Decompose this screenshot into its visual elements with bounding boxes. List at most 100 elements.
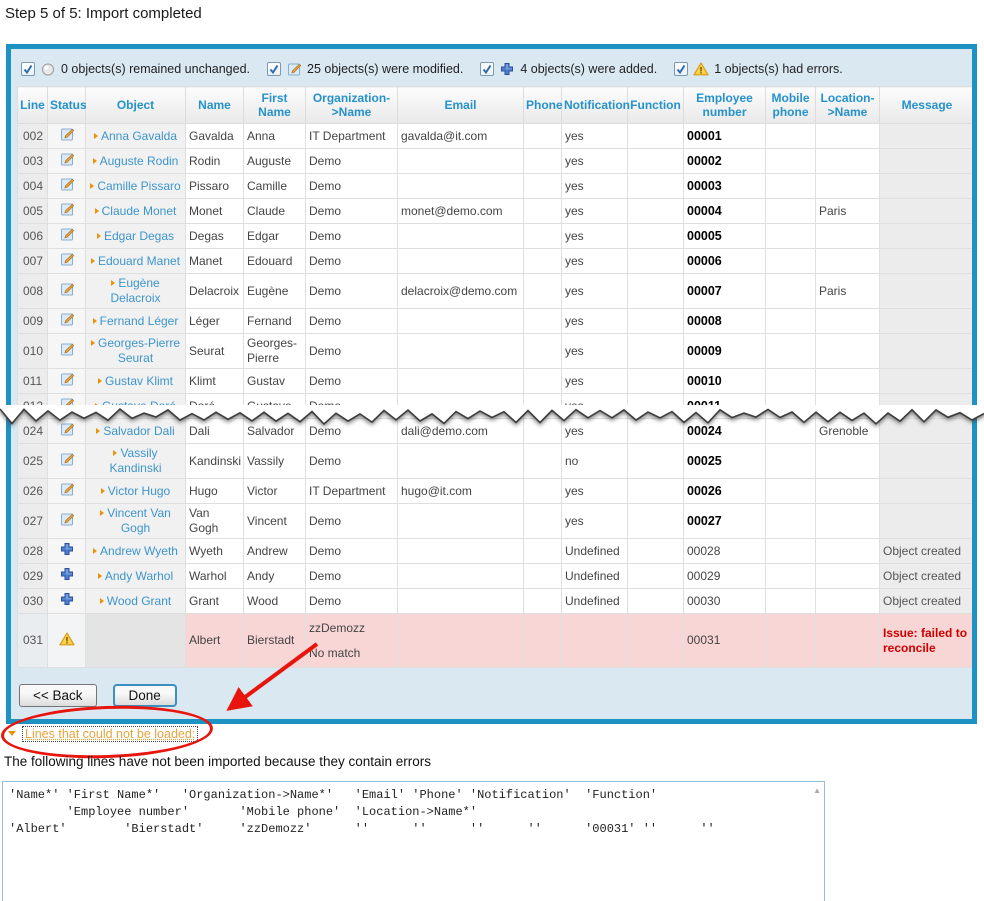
done-button[interactable]: Done bbox=[113, 684, 177, 707]
cell-name: Dali bbox=[186, 419, 244, 444]
cell-email bbox=[398, 394, 524, 419]
modified-icon bbox=[59, 451, 75, 467]
cell-notification: yes bbox=[562, 394, 628, 419]
cell-phone bbox=[524, 124, 562, 149]
cell-organization: Demo bbox=[306, 539, 398, 564]
object-link[interactable]: Fernand Léger bbox=[100, 314, 179, 328]
object-link[interactable]: Gustav Klimt bbox=[105, 374, 173, 388]
cell-location bbox=[816, 174, 880, 199]
cell-status bbox=[48, 249, 86, 274]
object-link[interactable]: Andrew Wyeth bbox=[100, 544, 178, 558]
cell-status bbox=[48, 479, 86, 504]
object-link[interactable]: Claude Monet bbox=[102, 204, 177, 218]
object-link[interactable]: Edouard Manet bbox=[98, 254, 180, 268]
cell-name: Hugo bbox=[186, 479, 244, 504]
cell-location bbox=[816, 309, 880, 334]
modified-icon bbox=[59, 281, 75, 297]
unchanged-checkbox[interactable] bbox=[21, 62, 35, 76]
object-link[interactable]: Salvador Dali bbox=[103, 424, 174, 438]
cell-email bbox=[398, 249, 524, 274]
modified-icon bbox=[59, 421, 75, 437]
object-link[interactable]: Wood Grant bbox=[107, 594, 171, 608]
cell-message bbox=[880, 309, 975, 334]
cell-notification: yes bbox=[562, 369, 628, 394]
cell-phone bbox=[524, 224, 562, 249]
wizard-buttons: << Back Done bbox=[19, 684, 972, 707]
raw-error-lines-box[interactable]: 'Name*' 'First Name*' 'Organization->Nam… bbox=[2, 781, 825, 901]
cell-function bbox=[628, 444, 684, 479]
cell-message bbox=[880, 249, 975, 274]
added-checkbox[interactable] bbox=[480, 62, 494, 76]
summary-bar: 0 objects(s) remained unchanged. 25 obje… bbox=[21, 61, 966, 77]
cell-first_name: Salvador bbox=[244, 419, 306, 444]
cell-status bbox=[48, 419, 86, 444]
cell-notification: yes bbox=[562, 199, 628, 224]
cell-organization: IT Department bbox=[306, 124, 398, 149]
object-link[interactable]: Victor Hugo bbox=[108, 484, 170, 498]
cell-object: Georges-Pierre Seurat bbox=[86, 334, 186, 369]
object-link[interactable]: Georges-Pierre Seurat bbox=[98, 336, 180, 365]
lines-not-loaded-link[interactable]: Lines that could not be loaded: bbox=[22, 726, 198, 742]
import-wizard-page: Step 5 of 5: Import completed 0 objects(… bbox=[0, 0, 984, 901]
cell-employee_number: 00028 bbox=[684, 539, 766, 564]
cell-employee_number: 00001 bbox=[684, 124, 766, 149]
cell-phone bbox=[524, 199, 562, 224]
cell-location bbox=[816, 124, 880, 149]
cell-organization: Demo bbox=[306, 199, 398, 224]
object-link[interactable]: Andy Warhol bbox=[105, 569, 173, 583]
column-header: Organization->Name bbox=[306, 87, 398, 124]
cell-mobile_phone bbox=[766, 564, 816, 589]
modified-checkbox[interactable] bbox=[267, 62, 281, 76]
object-link[interactable]: Vincent Van Gogh bbox=[107, 506, 171, 535]
cell-message bbox=[880, 444, 975, 479]
cell-line: 006 bbox=[18, 224, 48, 249]
cell-status bbox=[48, 149, 86, 174]
cell-name: Léger bbox=[186, 309, 244, 334]
import-results-panel: 0 objects(s) remained unchanged. 25 obje… bbox=[6, 44, 977, 724]
errors-checkbox[interactable] bbox=[674, 62, 688, 76]
summary-unchanged-label: 0 objects(s) remained unchanged. bbox=[61, 62, 250, 76]
cell-mobile_phone bbox=[766, 479, 816, 504]
cell-phone bbox=[524, 249, 562, 274]
cell-function bbox=[628, 614, 684, 668]
cell-object: Eugène Delacroix bbox=[86, 274, 186, 309]
cell-message: Issue: failed to reconcile bbox=[880, 614, 975, 668]
cell-email bbox=[398, 309, 524, 334]
column-header: Notification bbox=[562, 87, 628, 124]
object-link[interactable]: Auguste Rodin bbox=[100, 154, 179, 168]
cell-location bbox=[816, 394, 880, 419]
object-link[interactable]: Gustave Doré bbox=[102, 399, 176, 413]
modified-icon bbox=[59, 341, 75, 357]
table-row: 009Fernand LégerLégerFernandDemoyes00008 bbox=[18, 309, 975, 334]
import-results-table: LineStatusObjectNameFirst NameOrganizati… bbox=[17, 86, 975, 668]
cell-phone bbox=[524, 539, 562, 564]
cell-object: Salvador Dali bbox=[86, 419, 186, 444]
cell-status bbox=[48, 174, 86, 199]
cell-employee_number: 00011 bbox=[684, 394, 766, 419]
cell-function bbox=[628, 149, 684, 174]
cell-employee_number: 00007 bbox=[684, 274, 766, 309]
table-row: 006Edgar DegasDegasEdgarDemoyes00005 bbox=[18, 224, 975, 249]
column-header: Email bbox=[398, 87, 524, 124]
cell-first_name: Anna bbox=[244, 124, 306, 149]
object-link[interactable]: Camille Pissaro bbox=[97, 179, 180, 193]
error-icon: ! bbox=[693, 61, 709, 77]
raw-error-lines: 'Name*' 'First Name*' 'Organization->Nam… bbox=[3, 782, 824, 843]
item-arrow-icon bbox=[97, 233, 101, 239]
table-row: 004Camille PissaroPissaroCamilleDemoyes0… bbox=[18, 174, 975, 199]
table-row: 012Gustave DoréDoréGustaveDemoyes00011 bbox=[18, 394, 975, 419]
back-button[interactable]: << Back bbox=[19, 684, 97, 707]
cell-name: Pissaro bbox=[186, 174, 244, 199]
cell-object: Auguste Rodin bbox=[86, 149, 186, 174]
object-link[interactable]: Anna Gavalda bbox=[101, 129, 177, 143]
summary-added: 4 objects(s) were added. bbox=[480, 61, 657, 77]
object-link[interactable]: Eugène Delacroix bbox=[110, 276, 160, 305]
cell-function bbox=[628, 504, 684, 539]
cell-location bbox=[816, 149, 880, 174]
object-link[interactable]: Edgar Degas bbox=[104, 229, 174, 243]
cell-notification: yes bbox=[562, 334, 628, 369]
cell-mobile_phone bbox=[766, 224, 816, 249]
cell-employee_number: 00024 bbox=[684, 419, 766, 444]
scroll-up-arrow-icon[interactable]: ▲ bbox=[813, 786, 821, 795]
cell-notification: yes bbox=[562, 479, 628, 504]
